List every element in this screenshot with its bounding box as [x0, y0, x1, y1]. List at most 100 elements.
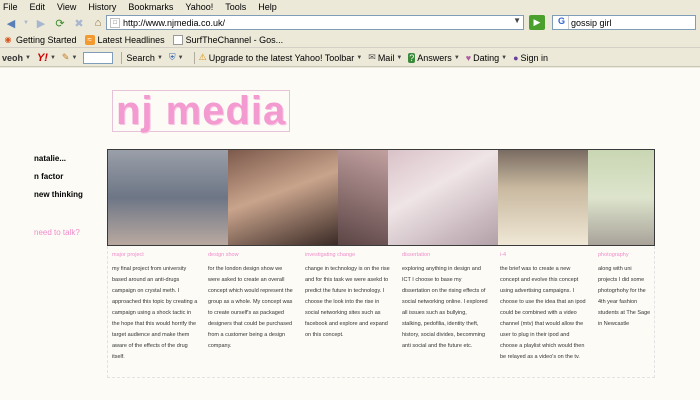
chevron-down-icon: ▼ — [501, 54, 508, 61]
project-description: change in technology is on the rise and … — [305, 266, 390, 338]
home-icon: ⌂ — [94, 17, 102, 29]
search-input[interactable]: gossip girl — [571, 18, 612, 28]
menu-view[interactable]: View — [57, 2, 76, 12]
reload-icon: ⟳ — [55, 17, 65, 30]
nav-link-new-thinking[interactable]: new thinking — [34, 190, 83, 199]
project-title[interactable]: dissertation — [402, 252, 488, 258]
dating-label: Dating — [473, 52, 500, 63]
pencil-icon: ✎ — [61, 52, 70, 62]
search-label: Search — [126, 52, 155, 63]
web-page: nj media natalie... n factor new thinkin… — [0, 68, 700, 400]
address-bar[interactable]: □ http://www.njmedia.co.uk/ ▼ — [106, 15, 524, 30]
project-column: photography along with uni projects I di… — [598, 252, 652, 330]
google-search-engine-icon[interactable]: G — [555, 16, 569, 29]
rss-feed-icon: ≈ — [84, 35, 95, 45]
warning-icon: ⚠ — [198, 52, 207, 62]
collage-tile-illustrations — [388, 150, 498, 245]
chevron-down-icon: ▼ — [71, 54, 78, 61]
chevron-down-icon: ▼ — [177, 54, 184, 61]
contact-link[interactable]: need to talk? — [34, 228, 80, 237]
user-icon: ● — [513, 52, 519, 63]
yahoo-search-input[interactable] — [83, 51, 114, 64]
yahoo-logo-icon: Y! — [36, 51, 48, 64]
stop-button[interactable]: ✖ — [71, 15, 87, 31]
mail-button[interactable]: ✉ Mail ▼ — [368, 52, 402, 63]
mail-icon: ✉ — [368, 52, 376, 62]
upgrade-toolbar-link[interactable]: ⚠ Upgrade to the latest Yahoo! Toolbar ▼ — [199, 52, 363, 63]
project-column: i-4 the brief was to create a new concep… — [500, 252, 586, 363]
menu-help[interactable]: Help — [258, 2, 277, 12]
collage-tile-webpage — [588, 150, 654, 245]
forward-arrow-icon: ▶ — [36, 17, 46, 30]
back-button[interactable]: ◀ — [3, 15, 19, 31]
menu-yahoo[interactable]: Yahoo! — [185, 2, 213, 12]
collage-tile-fashion — [498, 150, 588, 245]
shield-button[interactable]: ⛨ ▼ — [169, 52, 184, 63]
bookmark-surfthechannel[interactable]: SurfTheChannel - Gos... — [172, 35, 284, 45]
firefox-icon: ◉ — [4, 35, 12, 44]
project-description: my final project from university based a… — [112, 266, 198, 360]
yahoo-search-button[interactable]: Search ▼ — [126, 53, 162, 63]
signin-button[interactable]: ● Sign in — [513, 53, 548, 63]
site-favicon-icon: □ — [110, 17, 120, 28]
veoh-button[interactable]: veoh ▼ — [2, 53, 31, 63]
project-title[interactable]: i-4 — [500, 252, 586, 258]
answers-label: Answers — [417, 52, 452, 63]
dating-button[interactable]: ♥ Dating ▼ — [466, 53, 507, 63]
search-box[interactable]: G gossip girl — [552, 15, 696, 30]
menu-bar: File Edit View History Bookmarks Yahoo! … — [0, 0, 700, 13]
signin-label: Sign in — [520, 52, 549, 63]
project-title[interactable]: photography — [598, 252, 652, 258]
forward-button[interactable]: ▶ — [33, 15, 49, 31]
project-title[interactable]: design show — [208, 252, 294, 258]
project-description: for the london design show we were asked… — [208, 266, 293, 349]
pencil-button[interactable]: ✎ ▼ — [62, 52, 78, 63]
project-description: the brief was to create a new concept an… — [500, 266, 586, 360]
upgrade-label: Upgrade to the latest Yahoo! Toolbar — [208, 52, 355, 63]
menu-file[interactable]: File — [3, 2, 18, 12]
project-title[interactable]: investigating change — [305, 252, 391, 258]
back-arrow-icon: ◀ — [6, 17, 16, 30]
answers-icon: ? — [408, 52, 416, 63]
bookmark-latest-headlines[interactable]: ≈ Latest Headlines — [84, 35, 165, 45]
portfolio-collage-image — [107, 149, 655, 246]
project-column: major project my final project from univ… — [112, 252, 198, 363]
go-button[interactable]: ▶ — [529, 15, 545, 30]
bookmark-getting-started[interactable]: ◉ Getting Started — [3, 35, 77, 45]
address-url: http://www.njmedia.co.uk/ — [123, 17, 226, 28]
menu-bookmarks[interactable]: Bookmarks — [128, 2, 173, 12]
answers-button[interactable]: ? Answers ▼ — [408, 52, 460, 63]
yahoo-logo-button[interactable]: Y! ▼ — [37, 52, 56, 64]
project-column: dissertation exploring anything in desig… — [402, 252, 488, 352]
nav-link-n-factor[interactable]: n factor — [34, 172, 83, 181]
chevron-down-icon: ▼ — [49, 54, 56, 61]
bookmark-label: SurfTheChannel - Gos... — [185, 35, 284, 45]
chevron-down-icon: ▼ — [356, 54, 363, 61]
address-dropdown-icon[interactable]: ▼ — [513, 16, 521, 25]
dating-icon: ♥ — [465, 52, 472, 63]
bookmarks-toolbar: ◉ Getting Started ≈ Latest Headlines Sur… — [0, 33, 700, 48]
page-icon — [172, 35, 183, 45]
project-title[interactable]: major project — [112, 252, 198, 258]
home-button[interactable]: ⌂ — [90, 15, 106, 31]
reload-button[interactable]: ⟳ — [52, 15, 68, 31]
nav-link-natalie[interactable]: natalie... — [34, 154, 83, 163]
projects-section: major project my final project from univ… — [107, 246, 655, 378]
yahoo-toolbar: veoh ▼ Y! ▼ ✎ ▼ Search ▼ ⛨ ▼ ⚠ Upgrade to the … — [0, 49, 700, 67]
site-nav: natalie... n factor new thinking — [34, 154, 83, 208]
back-dropdown-icon[interactable]: ▼ — [22, 15, 30, 31]
menu-tools[interactable]: Tools — [225, 2, 246, 12]
toolbar-separator — [121, 51, 123, 64]
chevron-down-icon: ▼ — [396, 54, 403, 61]
mail-label: Mail — [377, 52, 395, 63]
project-column: design show for the london design show w… — [208, 252, 294, 352]
navigation-toolbar: ◀ ▼ ▶ ⟳ ✖ ⌂ □ http://www.njmedia.co.uk/ … — [0, 13, 700, 33]
chevron-down-icon: ▼ — [156, 54, 163, 61]
project-column: investigating change change in technolog… — [305, 252, 391, 341]
collage-tile-photo-portrait — [228, 150, 338, 245]
menu-history[interactable]: History — [88, 2, 116, 12]
menu-edit[interactable]: Edit — [30, 2, 46, 12]
bookmark-label: Latest Headlines — [97, 35, 165, 45]
collage-tile-photo-face — [338, 150, 388, 245]
site-logo[interactable]: nj media — [112, 90, 291, 132]
